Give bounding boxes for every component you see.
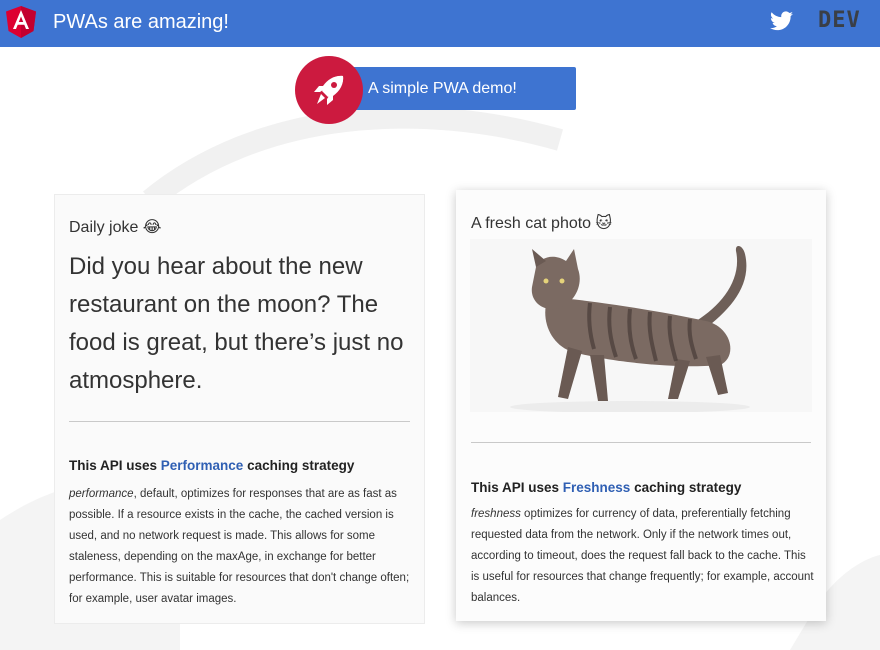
joke-text: Did you hear about the new restaurant on… xyxy=(69,253,404,394)
joke-divider xyxy=(69,421,410,422)
joke-card-title: Daily joke 😂 xyxy=(69,219,162,236)
toolbar: PWAs are amazing! DEV xyxy=(0,0,880,47)
cat-card-title: A fresh cat photo 🐱 xyxy=(471,215,613,232)
rocket-badge xyxy=(295,56,363,124)
joke-strategy-heading: This API uses Performance caching strate… xyxy=(69,458,354,473)
strategy-term: performance xyxy=(69,488,134,500)
cat-strategy-description: freshness optimizes for currency of data… xyxy=(471,504,816,609)
strategy-suffix: caching strategy xyxy=(630,480,742,495)
twitter-icon[interactable] xyxy=(770,11,793,31)
strategy-prefix: This API uses xyxy=(69,458,161,473)
strategy-term: freshness xyxy=(471,508,521,520)
strategy-text: optimizes for currency of data, preferen… xyxy=(471,508,814,604)
strategy-suffix: caching strategy xyxy=(243,458,355,473)
cat-card: A fresh cat photo 🐱 This API uses Freshn… xyxy=(456,190,826,621)
joke-card: Daily joke 😂 Did you hear about the new … xyxy=(54,194,425,624)
strategy-text: , default, optimizes for responses that … xyxy=(69,488,410,605)
rocket-icon xyxy=(314,75,344,105)
cat-strategy-heading: This API uses Freshness caching strategy xyxy=(471,480,741,495)
strategy-name-performance: Performance xyxy=(160,458,244,473)
angular-logo-icon[interactable] xyxy=(5,5,37,39)
dev-logo[interactable]: DEV xyxy=(818,8,861,33)
app-title: PWAs are amazing! xyxy=(53,11,229,33)
hero-label: A simple PWA demo! xyxy=(368,80,517,97)
cat-divider xyxy=(471,442,811,443)
strategy-name-freshness: Freshness xyxy=(562,480,631,495)
strategy-prefix: This API uses xyxy=(471,480,563,495)
joke-strategy-description: performance, default, optimizes for resp… xyxy=(69,484,414,610)
cat-photo xyxy=(470,239,812,412)
page: PWAs are amazing! DEV A simple PWA demo!… xyxy=(0,0,880,650)
